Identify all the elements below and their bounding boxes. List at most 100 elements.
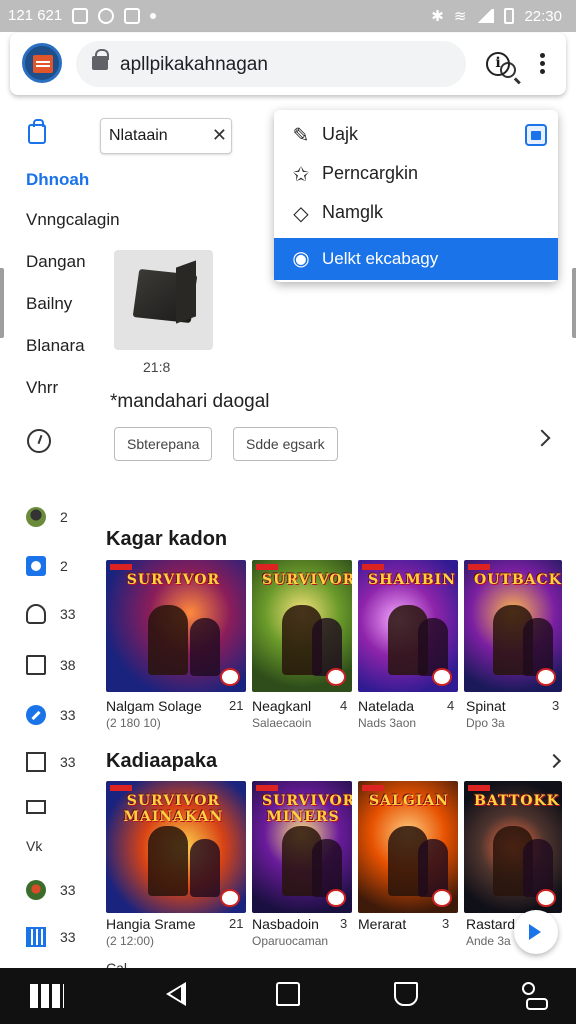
- globe-icon: ◉: [292, 248, 310, 270]
- section-title: Kadiaapaka: [106, 750, 218, 772]
- sidebar-row-value: 2: [60, 558, 68, 574]
- game-name[interactable]: Nalgam Solage: [106, 698, 202, 714]
- sidebar-row[interactable]: 33: [26, 705, 76, 725]
- sidebar-row-value: 33: [60, 882, 76, 898]
- sidebar-row[interactable]: 33: [26, 880, 76, 900]
- left-edge-handle[interactable]: [0, 268, 4, 338]
- sidebar-item-4[interactable]: Blanara: [26, 336, 85, 356]
- game-name[interactable]: Nasbadoin: [252, 916, 319, 932]
- sidebar-row[interactable]: 33: [26, 752, 76, 772]
- menu-item-0[interactable]: ✎ Uajk: [274, 116, 558, 154]
- bookmark-icon[interactable]: [525, 124, 547, 146]
- cover-title: SURVIVOR MINERS: [262, 793, 352, 825]
- menu-item-3[interactable]: ◉ Uelkt ekcabagy: [274, 238, 558, 280]
- game-name[interactable]: Merarat: [358, 916, 406, 932]
- box-icon: [26, 752, 46, 772]
- game-cover[interactable]: OUTBACKS: [464, 560, 562, 692]
- pencil-icon: ✎: [292, 125, 310, 147]
- game-name[interactable]: Natelada: [358, 698, 414, 714]
- sync-icon: [98, 7, 115, 24]
- home-icon[interactable]: [276, 982, 300, 1006]
- chevron-right-icon[interactable]: [546, 753, 562, 769]
- game-subtitle: Nads 3aon: [358, 716, 417, 730]
- game-cover[interactable]: SURVIVOR MINERS: [252, 781, 352, 913]
- status-bar: 121 621 ✱ ≋ 22:30: [0, 0, 576, 32]
- game-name[interactable]: Hangia Srame: [106, 916, 196, 932]
- avatar-icon: [26, 507, 46, 527]
- sidebar-item-5[interactable]: Vhrr: [26, 378, 58, 398]
- game-subtitle: Oparuocaman: [252, 934, 329, 948]
- avatar-icon: [26, 880, 46, 900]
- search-input[interactable]: Nlataain ✕: [100, 118, 232, 154]
- sidebar-item-2[interactable]: Dangan: [26, 252, 86, 272]
- sidebar-row-value: 2: [60, 509, 68, 525]
- game-count: 21: [229, 698, 244, 713]
- menu-item-label: Uelkt ekcabagy: [322, 249, 439, 268]
- cover-title: SHAMBIN: [368, 572, 456, 588]
- accessibility-icon[interactable]: [520, 980, 548, 1010]
- sidebar-row-value: 33: [60, 606, 76, 622]
- sidebar-row[interactable]: 33: [26, 604, 76, 624]
- url-text[interactable]: apllpikakahnagan: [120, 54, 268, 76]
- sidebar-row-value: 33: [60, 754, 76, 770]
- chevron-right-icon[interactable]: [533, 429, 551, 447]
- game-name[interactable]: Rastard: [466, 916, 515, 932]
- right-edge-handle[interactable]: [572, 268, 576, 338]
- signal-icon: [476, 9, 495, 23]
- url-field[interactable]: apllpikakahnagan: [76, 41, 516, 87]
- sidebar-item-1[interactable]: Vnngcalagin: [26, 210, 120, 230]
- game-subtitle: Dpo 3a: [466, 716, 505, 730]
- game-name[interactable]: Neagkanl: [252, 698, 311, 714]
- sidebar-row[interactable]: 33: [26, 927, 76, 947]
- site-logo-icon[interactable]: [22, 43, 62, 83]
- cover-title: SURVIVOR: [126, 572, 221, 588]
- game-count: 3: [552, 698, 560, 713]
- game-cover[interactable]: SHAMBIN: [358, 560, 458, 692]
- game-cover[interactable]: BATTOKK: [464, 781, 562, 913]
- product-title[interactable]: *mandahari daogal: [110, 391, 270, 413]
- sidebar-row[interactable]: 2: [26, 507, 68, 527]
- sidebar-row[interactable]: 38: [26, 655, 76, 675]
- game-cover[interactable]: SURVIVOR MAINAKAN: [106, 781, 246, 913]
- more-options-icon[interactable]: [540, 53, 546, 75]
- product-image[interactable]: [114, 250, 213, 350]
- game-count: 3: [340, 916, 348, 931]
- filter-chip[interactable]: Sbterepana: [114, 427, 213, 461]
- menu-item-1[interactable]: ✩ Perncargkin: [274, 155, 558, 193]
- tag-icon: ◇: [293, 203, 309, 225]
- sidebar-row-value: Vk: [26, 838, 43, 854]
- folder-icon: [26, 655, 46, 675]
- game-cover[interactable]: SURVIVOR: [106, 560, 246, 692]
- filter-chip[interactable]: Sdde egsark: [233, 427, 338, 461]
- bluetooth-icon: ✱: [431, 8, 444, 25]
- notification-icon: [72, 7, 89, 24]
- sidebar-row[interactable]: Vk: [26, 838, 42, 854]
- play-fab-button[interactable]: [514, 910, 558, 954]
- menu-item-label: Perncargkin: [322, 163, 419, 183]
- box-icon: [26, 800, 46, 814]
- sidebar-item-0[interactable]: Dhnoah: [26, 170, 89, 190]
- recents-icon[interactable]: [394, 982, 418, 1006]
- sidebar-row[interactable]: [26, 800, 60, 814]
- clock-icon[interactable]: [27, 429, 51, 453]
- shopping-bag-icon[interactable]: [28, 119, 46, 144]
- lock-icon: [92, 49, 109, 70]
- sidebar-item-3[interactable]: Bailny: [26, 294, 72, 314]
- game-name[interactable]: Spinat: [466, 698, 506, 714]
- wifi-icon: ≋: [453, 8, 467, 25]
- clear-icon[interactable]: ✕: [212, 125, 227, 146]
- game-subtitle: (2 180 10): [106, 716, 161, 730]
- back-icon[interactable]: [166, 982, 186, 1006]
- game-subtitle: Salaecaoin: [252, 716, 312, 730]
- status-time: 22:30: [524, 7, 562, 25]
- menu-item-label: Namglk: [322, 202, 384, 222]
- cover-title: OUTBACKS: [474, 572, 562, 588]
- info-icon[interactable]: i: [486, 52, 510, 76]
- apps-icon[interactable]: [30, 984, 64, 1008]
- search-input-value[interactable]: Nlataain: [109, 127, 168, 145]
- game-cover[interactable]: SALGIAN: [358, 781, 458, 913]
- dot-icon: [150, 12, 157, 19]
- game-cover[interactable]: SURVIVORS: [252, 560, 352, 692]
- menu-item-2[interactable]: ◇ Namglk: [274, 194, 558, 232]
- sidebar-row[interactable]: 2: [26, 556, 68, 576]
